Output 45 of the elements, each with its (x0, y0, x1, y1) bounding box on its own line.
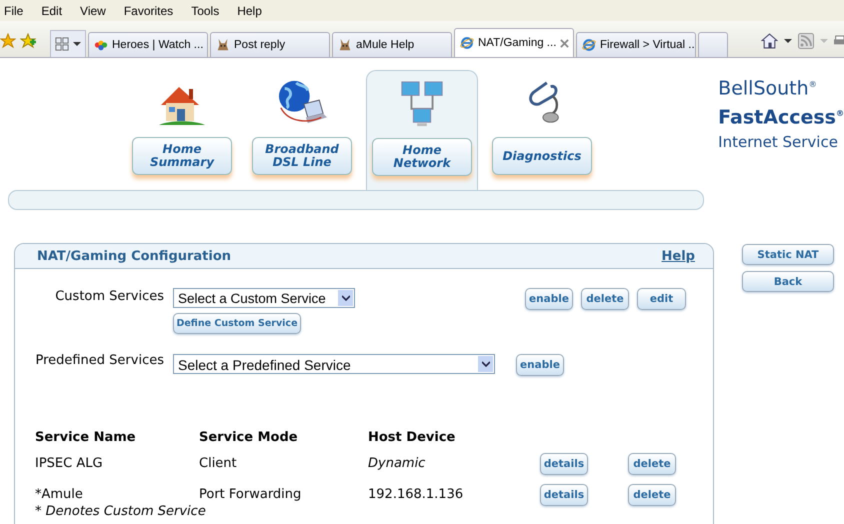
logo-text: FastAccess$^{®}$ (718, 106, 844, 131)
row-action-button[interactable]: delete (628, 452, 676, 474)
action-button[interactable]: delete (581, 288, 629, 310)
column-header: Service Mode (199, 430, 299, 444)
custom-service-dropdown[interactable]: Select a Custom Service (173, 288, 355, 308)
panel-title: NAT/Gaming Configuration (37, 248, 232, 264)
browser-tab[interactable]: aMule Help (332, 32, 452, 57)
table-cell-text: *Amule (35, 487, 84, 502)
action-button[interactable]: enable (516, 354, 564, 376)
predefined-service-dropdown[interactable]: Select a Predefined Service (173, 354, 495, 374)
column-header: Host Device (368, 430, 456, 444)
logo-text: Internet Service (718, 132, 839, 153)
column-header: Service Name (35, 430, 137, 444)
side-button[interactable]: Back (742, 271, 834, 292)
table-cell-text: IPSEC ALG (35, 456, 104, 471)
row-action-button[interactable]: details (540, 484, 588, 506)
field-label: Custom Services (54, 288, 165, 304)
nav-tab[interactable]: Home Summary (132, 137, 232, 175)
browser-tab[interactable]: Heroes | Watch ... (88, 32, 208, 57)
menu-item[interactable]: View (76, 4, 114, 18)
table-cell-text: Dynamic (368, 456, 426, 471)
menu-item[interactable]: Favorites (120, 4, 182, 18)
menu-item[interactable]: Help (233, 4, 270, 18)
footnote: * Denotes Custom Service (35, 504, 207, 519)
row-action-button[interactable]: details (540, 452, 588, 474)
nav-tab[interactable]: Broadband DSL Line (252, 137, 352, 175)
browser-tab[interactable]: Firewall > Virtual ... (576, 32, 696, 57)
nav-tab[interactable]: Diagnostics (492, 137, 592, 175)
help-link[interactable]: Help (662, 248, 695, 264)
nav-tab[interactable]: Home Network (372, 138, 472, 176)
define-custom-service-button[interactable]: Define Custom Service (173, 313, 301, 334)
action-button[interactable]: edit (637, 288, 686, 310)
browser-tab[interactable]: NAT/Gaming ... (454, 28, 574, 57)
table-cell-text: Client (199, 456, 238, 471)
menu-item[interactable]: Tools (187, 4, 228, 18)
row-action-button[interactable]: delete (628, 484, 676, 506)
logo-text: BellSouth$^{®}$ (718, 76, 818, 102)
action-button[interactable]: enable (525, 288, 573, 310)
browser-tab[interactable]: Post reply (210, 32, 330, 57)
menu-item[interactable]: File (0, 4, 32, 18)
table-cell-text: 192.168.1.136 (368, 487, 464, 502)
menu-item[interactable]: Edit (37, 4, 70, 18)
table-cell-text: Port Forwarding (199, 487, 302, 502)
field-label: Predefined Services (34, 352, 165, 368)
side-button[interactable]: Static NAT (742, 244, 834, 265)
